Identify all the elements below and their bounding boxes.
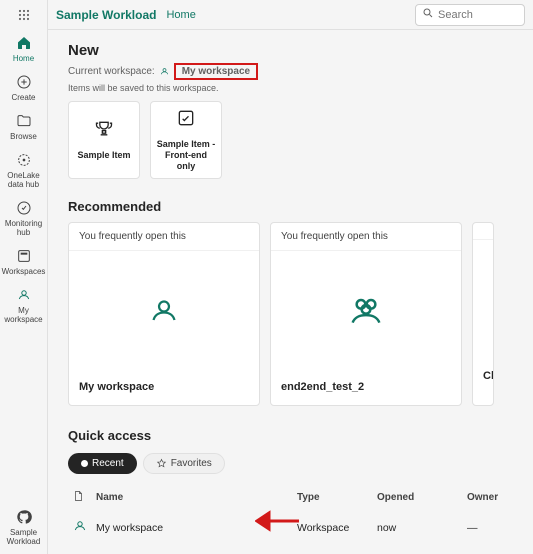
sample2-icon — [176, 108, 196, 133]
search-box[interactable] — [415, 4, 525, 26]
home-icon — [15, 34, 33, 52]
col-name[interactable]: Name — [92, 484, 293, 511]
nav-rail: Home Create Browse OneLake data hub Moni… — [0, 0, 48, 554]
doc-icon — [72, 490, 84, 502]
workspaces-icon — [15, 247, 33, 265]
recommended-card[interactable]: You frequently open this My workspace — [68, 222, 260, 406]
tile-sample-item-front[interactable]: Sample Item - Front-end only — [150, 101, 222, 179]
breadcrumb-home[interactable]: Home — [166, 9, 195, 21]
current-ws-value[interactable]: My workspace — [174, 63, 258, 80]
app-launcher[interactable] — [2, 6, 46, 24]
workspace-single-icon — [69, 251, 259, 371]
cell-type: Workspace — [293, 544, 373, 554]
person-icon — [15, 286, 33, 304]
current-workspace-line: Current workspace: My workspace — [68, 63, 513, 80]
brand-title: Sample Workload — [56, 8, 156, 22]
github-icon — [15, 508, 33, 526]
trophy-icon — [94, 119, 114, 144]
rail-my-workspace[interactable]: My workspace — [2, 286, 46, 324]
cell-type: Workspace — [293, 511, 373, 544]
search-icon — [422, 7, 434, 22]
rail-create[interactable]: Create — [2, 73, 46, 102]
recommended-title: Recommended — [68, 199, 513, 214]
save-hint: Items will be saved to this workspace. — [68, 83, 513, 93]
quick-access-title: Quick access — [68, 428, 513, 443]
search-input[interactable] — [434, 8, 514, 22]
cell-opened: a minute ago — [373, 544, 463, 554]
workspace-icon — [72, 518, 88, 534]
current-ws-label: Current workspace: — [68, 66, 155, 77]
recommended-card[interactable]: Ch — [472, 222, 494, 406]
cell-owner: — — [463, 511, 513, 544]
new-tiles: Sample Item Sample Item - Front-end only — [68, 101, 513, 179]
plus-circle-icon — [15, 73, 33, 91]
new-section-title: New — [68, 42, 513, 59]
star-icon — [156, 458, 167, 469]
cell-opened: now — [373, 511, 463, 544]
rail-datahub[interactable]: OneLake data hub — [2, 151, 46, 189]
monitor-icon — [15, 199, 33, 217]
cell-name: testbeapi — [92, 544, 293, 554]
rail-workspaces[interactable]: Workspaces — [2, 247, 46, 276]
col-type[interactable]: Type — [293, 484, 373, 511]
recommended-card[interactable]: You frequently open this end2end_test_2 — [270, 222, 462, 406]
table-row[interactable]: testbeapi Workspacea minute ago— — [68, 544, 513, 554]
cell-name: My workspace — [92, 511, 293, 544]
topbar: Sample Workload Home — [48, 0, 533, 30]
rail-home[interactable]: Home — [2, 34, 46, 63]
recommended-row: You frequently open this My workspace Yo… — [68, 222, 513, 406]
col-owner[interactable]: Owner — [463, 484, 513, 511]
tab-favorites[interactable]: Favorites — [143, 453, 225, 474]
rail-sample-workload[interactable]: Sample Workload — [2, 508, 46, 546]
quick-access-table: Name Type Opened Owner My workspace Work… — [68, 484, 513, 554]
cell-owner: — — [463, 544, 513, 554]
person-icon — [159, 66, 170, 77]
quick-access-tabs: Recent Favorites — [68, 453, 513, 474]
apps-icon — [15, 6, 33, 24]
datahub-icon — [15, 151, 33, 169]
workspace-group-icon — [271, 251, 461, 371]
rail-browse[interactable]: Browse — [2, 112, 46, 141]
rail-monitoring[interactable]: Monitoring hub — [2, 199, 46, 237]
table-row[interactable]: My workspace Workspacenow— — [68, 511, 513, 544]
content-area: New Current workspace: My workspace Item… — [48, 30, 533, 554]
tile-sample-item[interactable]: Sample Item — [68, 101, 140, 179]
folder-icon — [15, 112, 33, 130]
bullet-icon — [81, 460, 88, 467]
tab-recent[interactable]: Recent — [68, 453, 137, 474]
col-opened[interactable]: Opened — [373, 484, 463, 511]
